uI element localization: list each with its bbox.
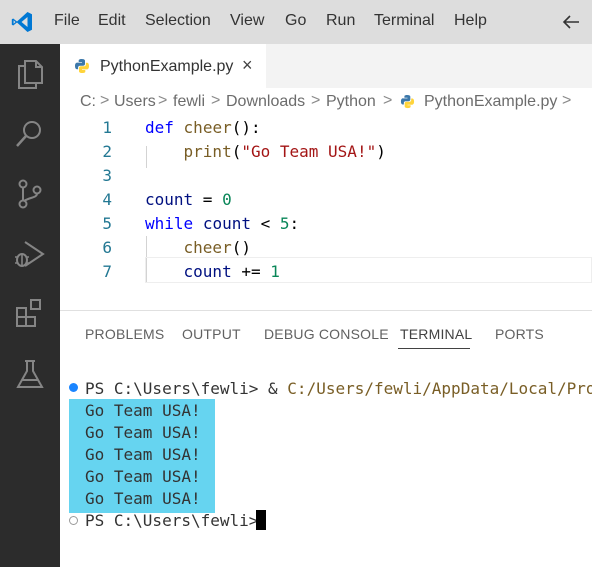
panel-tab-bar: PROBLEMS OUTPUT DEBUG CONSOLE TERMINAL P… [60,311,592,351]
line-number: 7 [102,262,112,281]
testing-flask-icon[interactable] [12,356,48,392]
python-file-icon [400,94,415,109]
code-text: print("Go Team USA!") [183,142,386,161]
terminal-output-line: Go Team USA! [85,445,201,464]
code-line: 5 while count < 5: [60,212,592,236]
code-line: 4 count = 0 [60,188,592,212]
code-line: 1 def cheer(): [60,116,592,140]
extensions-icon[interactable] [12,296,48,332]
command-pending-dot-icon[interactable] [69,516,78,525]
editor-tab-bar: PythonExample.py × [60,44,592,88]
arrow-left-icon[interactable] [560,11,582,33]
code-text: count += 1 [183,262,280,281]
tab-debug-console[interactable]: DEBUG CONSOLE [264,326,389,342]
line-number: 6 [102,238,112,257]
code-line: 2 print("Go Team USA!") [60,140,592,164]
terminal-command-operator: & [258,379,288,398]
code-line: 6 cheer() [60,236,592,260]
breadcrumb-separator: > [211,92,221,109]
breadcrumb: C: > Users > fewli > Downloads > Python … [60,88,592,116]
breadcrumb-file[interactable]: PythonExample.py [424,93,557,111]
breadcrumb-users[interactable]: Users [114,93,156,111]
menu-terminal[interactable]: Terminal [374,12,434,30]
line-number: 2 [102,142,112,161]
tab-problems[interactable]: PROBLEMS [85,326,164,342]
breadcrumb-fewli[interactable]: fewli [173,93,205,111]
menu-go[interactable]: Go [285,12,306,30]
menu-run[interactable]: Run [326,12,355,30]
run-debug-icon[interactable] [12,236,48,272]
terminal-output-line: Go Team USA! [85,401,201,420]
terminal-prompt: PS C:\Users\fewli> [85,379,259,398]
code-text: count = 0 [145,190,232,209]
menu-file[interactable]: File [54,12,80,30]
menu-edit[interactable]: Edit [98,12,126,30]
breadcrumb-separator: > [383,92,393,109]
code-line: 7 count += 1 [60,260,592,284]
breadcrumb-separator: > [311,92,321,109]
line-number: 1 [102,118,112,137]
search-icon[interactable] [12,116,48,152]
python-file-icon [75,59,89,73]
close-icon[interactable]: × [242,56,253,74]
tab-label: PythonExample.py [100,58,234,75]
terminal-command-path: C:/Users/fewli/AppData/Local/Programs [287,379,592,398]
code-editor[interactable]: 1 def cheer(): 2 print("Go Team USA!") 3… [60,116,592,306]
tab-output[interactable]: OUTPUT [182,326,241,342]
terminal-prompt-line: PS C:\Users\fewli> [85,511,259,530]
tab-terminal[interactable]: TERMINAL [400,326,472,342]
menu-selection[interactable]: Selection [145,12,211,30]
terminal[interactable]: PS C:\Users\fewli> & C:/Users/fewli/AppD… [60,351,592,567]
terminal-output-line: Go Team USA! [85,423,201,442]
code-text: cheer() [183,238,251,257]
line-number: 4 [102,190,112,209]
active-tab-indicator [398,348,470,349]
code-text: def cheer(): [145,118,261,137]
vscode-logo-icon[interactable] [10,10,34,34]
source-control-icon[interactable] [12,176,48,212]
menu-bar: File Edit Selection View Go Run Terminal… [0,0,592,44]
line-number: 5 [102,214,112,233]
breadcrumb-separator: > [100,92,110,109]
files-explorer-icon[interactable] [12,56,48,92]
breadcrumb-python[interactable]: Python [326,93,376,111]
code-line: 3 [60,164,592,188]
command-success-dot-icon[interactable] [69,383,78,392]
code-text: while count < 5: [145,214,300,233]
breadcrumb-separator: > [562,92,572,109]
tab-ports[interactable]: PORTS [495,326,544,342]
breadcrumb-separator: > [158,92,168,109]
terminal-output-line: Go Team USA! [85,467,201,486]
menu-view[interactable]: View [230,12,264,30]
menu-help[interactable]: Help [454,12,487,30]
breadcrumb-drive[interactable]: C: [80,93,96,111]
tab-python-example[interactable]: PythonExample.py × [60,44,266,88]
terminal-command-line: PS C:\Users\fewli> & C:/Users/fewli/AppD… [85,379,592,398]
line-number: 3 [102,166,112,185]
breadcrumb-downloads[interactable]: Downloads [226,93,305,111]
terminal-cursor [256,510,266,530]
terminal-output-line: Go Team USA! [85,489,201,508]
activity-bar [0,44,60,567]
